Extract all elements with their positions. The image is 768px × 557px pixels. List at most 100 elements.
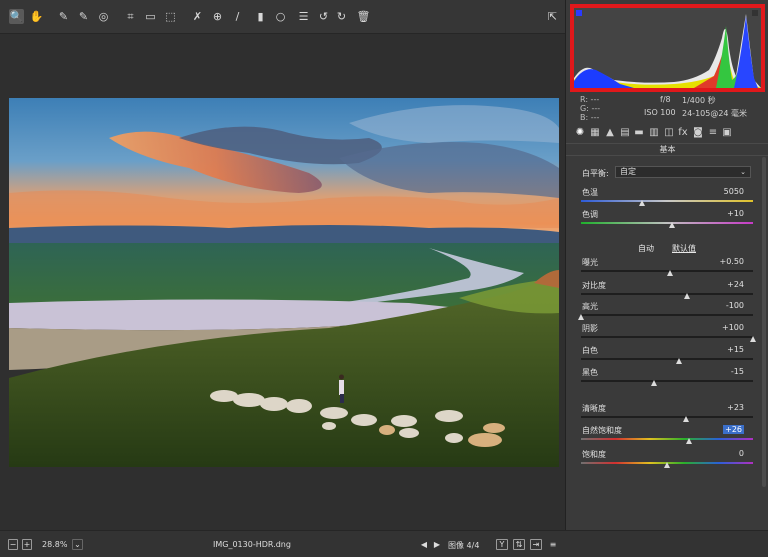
snapshots-icon[interactable]: ▣ xyxy=(721,127,733,139)
tint-slider-track[interactable] xyxy=(581,222,753,224)
tint-label: 色调 xyxy=(582,210,598,219)
crop-icon[interactable]: ⌗ xyxy=(123,9,138,24)
whites-slider-thumb[interactable] xyxy=(676,358,683,364)
toggle-settings-icon[interactable]: ≡ xyxy=(547,539,559,550)
exposure-value[interactable]: +0.50 xyxy=(719,257,744,266)
rotate-left-icon[interactable]: ↺ xyxy=(316,9,331,24)
shutter-readout: 1/400 秒 xyxy=(682,96,716,105)
temp-slider-thumb[interactable] xyxy=(639,200,646,206)
tint-value[interactable]: +10 xyxy=(727,209,744,218)
iso-readout: ISO 100 xyxy=(644,108,676,117)
effects-icon[interactable]: fx xyxy=(677,127,689,139)
before-after-y-button[interactable]: Y xyxy=(496,539,508,550)
clarity-label: 清晰度 xyxy=(582,404,606,413)
blacks-slider-track[interactable] xyxy=(581,380,753,382)
clarity-slider-track[interactable] xyxy=(581,416,753,418)
whites-value[interactable]: +15 xyxy=(727,345,744,354)
swap-settings-icon[interactable]: ⇅ xyxy=(513,539,525,550)
temp-slider-track[interactable] xyxy=(581,200,753,202)
chevron-down-icon: ⌄ xyxy=(740,168,746,176)
highlights-label: 高光 xyxy=(582,302,598,311)
shadows-slider-track[interactable] xyxy=(581,336,753,338)
panel-tabs: ✺ ▦ ▲ ▤ ▬ ▥ ◫ fx ◙ ≡ ▣ xyxy=(570,126,765,142)
toolbar: 🔍 ✋ ✎ ✎ ◎ ⌗ ▭ ⬚ ✗ ⊕ / ▮ ○ ☰ ↺ ↻ 🗑 ⇱ xyxy=(0,0,565,34)
presets-icon[interactable]: ≡ xyxy=(707,127,719,139)
fullscreen-icon[interactable]: ⇱ xyxy=(545,9,560,24)
red-eye-icon[interactable]: ⊕ xyxy=(210,9,225,24)
target-adjust-icon[interactable]: ◎ xyxy=(96,9,111,24)
rotate-right-icon[interactable]: ↻ xyxy=(334,9,349,24)
panel-scrollbar[interactable] xyxy=(762,157,766,487)
saturation-slider-thumb[interactable] xyxy=(663,462,670,468)
prev-image-button[interactable]: ◀ xyxy=(418,539,430,550)
vibrance-value[interactable]: +26 xyxy=(723,425,744,434)
auto-button[interactable]: 自动 xyxy=(638,243,654,254)
tint-slider-thumb[interactable] xyxy=(668,222,675,228)
zoom-dropdown[interactable]: ⌄ xyxy=(72,539,83,550)
g-readout: G: --- xyxy=(580,104,601,113)
eyedropper-icon[interactable]: ✎ xyxy=(56,9,71,24)
contrast-label: 对比度 xyxy=(582,281,606,290)
spot-removal-icon[interactable]: ✗ xyxy=(190,9,205,24)
list-icon[interactable]: ☰ xyxy=(296,9,311,24)
copy-settings-icon[interactable]: ⇥ xyxy=(530,539,542,550)
graduated-filter-icon[interactable]: ▮ xyxy=(253,9,268,24)
vibrance-slider-thumb[interactable] xyxy=(685,438,692,444)
right-panel: R: --- G: --- B: --- f/8 1/400 秒 ISO 100… xyxy=(565,0,768,530)
saturation-label: 饱和度 xyxy=(582,450,606,459)
shadows-slider-thumb[interactable] xyxy=(749,336,756,342)
trash-icon[interactable]: 🗑 xyxy=(356,9,371,24)
default-button[interactable]: 默认值 xyxy=(672,243,696,254)
vibrance-slider-track[interactable] xyxy=(581,438,753,440)
contrast-slider-thumb[interactable] xyxy=(684,293,691,299)
zoom-out-button[interactable]: − xyxy=(8,539,18,550)
whites-label: 白色 xyxy=(582,346,598,355)
hand-icon[interactable]: ✋ xyxy=(29,9,44,24)
camera-icon[interactable]: ◙ xyxy=(692,127,704,139)
highlights-value[interactable]: -100 xyxy=(726,301,744,310)
aperture-readout: f/8 xyxy=(660,95,671,104)
exposure-label: 曝光 xyxy=(582,258,598,267)
blacks-value[interactable]: -15 xyxy=(731,367,744,376)
highlights-slider-thumb[interactable] xyxy=(577,314,584,320)
section-title: 基本 xyxy=(566,143,768,156)
shadows-label: 阴影 xyxy=(582,324,598,333)
filename: IMG_0130-HDR.dng xyxy=(213,540,291,549)
shadows-value[interactable]: +100 xyxy=(722,323,744,332)
next-image-button[interactable]: ▶ xyxy=(431,539,443,550)
aperture-icon[interactable]: ✺ xyxy=(574,127,586,139)
photo-preview xyxy=(9,98,559,467)
temp-value[interactable]: 5050 xyxy=(724,187,744,196)
blacks-slider-thumb[interactable] xyxy=(650,380,657,386)
transform-icon[interactable]: ⬚ xyxy=(163,9,178,24)
clarity-value[interactable]: +23 xyxy=(727,403,744,412)
contrast-value[interactable]: +24 xyxy=(727,280,744,289)
r-readout: R: --- xyxy=(580,95,600,104)
radial-filter-icon[interactable]: ○ xyxy=(273,9,288,24)
whites-slider-track[interactable] xyxy=(581,358,753,360)
lens-icon[interactable]: ▥ xyxy=(648,127,660,139)
white-balance-label: 白平衡: xyxy=(582,169,609,178)
clarity-slider-thumb[interactable] xyxy=(683,416,690,422)
transform-icon[interactable]: ◫ xyxy=(663,127,675,139)
image-counter: 图像 4/4 xyxy=(448,541,480,550)
hsl-icon[interactable]: ▤ xyxy=(619,127,631,139)
magnifier-icon[interactable]: 🔍 xyxy=(9,9,24,24)
sampler-icon[interactable]: ✎ xyxy=(76,9,91,24)
split-toning-icon[interactable]: ▬ xyxy=(633,127,645,139)
blacks-label: 黑色 xyxy=(582,368,598,377)
brush-icon[interactable]: / xyxy=(230,9,245,24)
tone-curve-icon[interactable]: ▦ xyxy=(589,127,601,139)
zoom-in-button[interactable]: + xyxy=(22,539,32,550)
exposure-slider-thumb[interactable] xyxy=(666,270,673,276)
detail-icon[interactable]: ▲ xyxy=(604,127,616,139)
temp-label: 色温 xyxy=(582,188,598,197)
saturation-value[interactable]: 0 xyxy=(739,449,744,458)
straighten-icon[interactable]: ▭ xyxy=(143,9,158,24)
highlights-slider-track[interactable] xyxy=(581,314,753,316)
contrast-slider-track[interactable] xyxy=(581,293,753,295)
white-balance-select[interactable]: 自定 ⌄ xyxy=(615,166,751,178)
white-balance-value: 自定 xyxy=(620,167,636,176)
histogram[interactable] xyxy=(570,4,765,92)
image-canvas[interactable] xyxy=(0,34,565,530)
